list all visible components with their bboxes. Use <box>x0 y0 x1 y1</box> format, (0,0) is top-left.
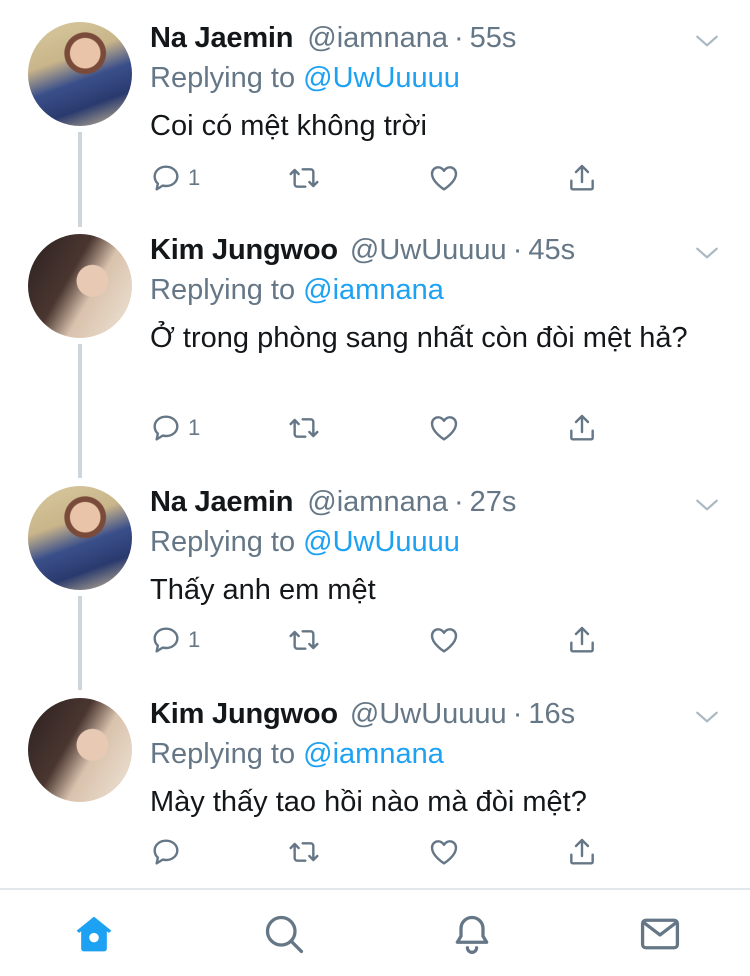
reply-icon <box>153 839 179 865</box>
avatar[interactable] <box>28 486 132 590</box>
chevron-down-icon[interactable] <box>694 704 720 730</box>
tab-search[interactable] <box>262 912 306 956</box>
heart-icon <box>430 416 458 441</box>
tab-bar <box>0 888 750 976</box>
tweet[interactable]: Na Jaemin @iamnana · 27s Replying to @Uw… <box>0 486 750 666</box>
timestamp[interactable]: 27s <box>470 486 517 519</box>
tweet-text: Coi có mệt không trời <box>150 110 427 142</box>
chevron-down-icon[interactable] <box>694 240 720 266</box>
like-button[interactable] <box>428 408 460 448</box>
retweet-button[interactable] <box>288 158 320 198</box>
reply-count: 1 <box>188 165 201 190</box>
reply-icon <box>153 627 179 653</box>
tweet[interactable]: Kim Jungwoo @UwUuuuu · 45s Replying to @… <box>0 234 750 454</box>
timestamp[interactable]: 45s <box>528 234 575 267</box>
tweet-text: Mày thấy tao hồi nào mà đòi mệt? <box>150 786 587 818</box>
share-icon <box>570 414 594 441</box>
heart-icon <box>430 628 458 653</box>
tab-notifications[interactable] <box>450 912 494 956</box>
user-handle[interactable]: @iamnana <box>307 22 448 55</box>
replying-to: Replying to @iamnana <box>150 738 444 771</box>
user-handle[interactable]: @iamnana <box>307 486 448 519</box>
replying-prefix: Replying to <box>150 738 296 770</box>
tab-home[interactable] <box>72 912 116 956</box>
bell-icon <box>455 915 489 954</box>
tweet-text: Thấy anh em mệt <box>150 574 376 606</box>
like-button[interactable] <box>428 620 460 660</box>
mention-link[interactable]: @iamnana <box>303 274 444 306</box>
user-name[interactable]: Na Jaemin <box>150 486 293 519</box>
timestamp[interactable]: 16s <box>528 698 575 731</box>
tweet[interactable]: Kim Jungwoo @UwUuuuu · 16s Replying to @… <box>0 698 750 878</box>
retweet-icon <box>289 842 319 862</box>
separator: · <box>453 486 464 518</box>
tweet-actions: 1 <box>150 620 620 660</box>
replying-to: Replying to @iamnana <box>150 274 444 307</box>
timestamp[interactable]: 55s <box>470 22 517 55</box>
user-handle[interactable]: @UwUuuuu <box>350 698 507 731</box>
reply-button[interactable]: 1 <box>150 158 200 198</box>
reply-count: 1 <box>188 627 201 652</box>
reply-icon <box>153 165 179 191</box>
tweet-actions: 1 <box>150 408 620 448</box>
chevron-down-icon[interactable] <box>694 492 720 518</box>
retweet-icon <box>289 418 319 438</box>
mail-icon <box>640 918 680 950</box>
mention-link[interactable]: @iamnana <box>303 738 444 770</box>
mention-link[interactable]: @UwUuuuu <box>303 526 460 558</box>
tweet-actions <box>150 832 620 872</box>
reply-button[interactable]: 1 <box>150 620 200 660</box>
mention-link[interactable]: @UwUuuuu <box>303 62 460 94</box>
like-button[interactable] <box>428 832 460 872</box>
chevron-down-icon[interactable] <box>694 28 720 54</box>
avatar[interactable] <box>28 234 132 338</box>
share-button[interactable] <box>566 620 598 660</box>
separator: · <box>512 698 523 730</box>
share-button[interactable] <box>566 158 598 198</box>
retweet-button[interactable] <box>288 408 320 448</box>
reply-icon <box>153 415 179 441</box>
replying-prefix: Replying to <box>150 62 296 94</box>
replying-prefix: Replying to <box>150 526 296 558</box>
reply-button[interactable]: 1 <box>150 408 200 448</box>
retweet-button[interactable] <box>288 620 320 660</box>
tab-messages[interactable] <box>638 912 682 956</box>
avatar[interactable] <box>28 22 132 126</box>
search-icon <box>265 915 304 954</box>
share-icon <box>570 164 594 191</box>
share-button[interactable] <box>566 832 598 872</box>
user-name[interactable]: Kim Jungwoo <box>150 698 338 731</box>
reply-button[interactable] <box>150 832 188 872</box>
share-button[interactable] <box>566 408 598 448</box>
retweet-button[interactable] <box>288 832 320 872</box>
replying-to: Replying to @UwUuuuu <box>150 526 460 559</box>
avatar[interactable] <box>28 698 132 802</box>
like-button[interactable] <box>428 158 460 198</box>
tweet-actions: 1 <box>150 158 620 198</box>
replying-to: Replying to @UwUuuuu <box>150 62 460 95</box>
retweet-icon <box>289 168 319 188</box>
replying-prefix: Replying to <box>150 274 296 306</box>
retweet-icon <box>289 630 319 650</box>
user-name[interactable]: Kim Jungwoo <box>150 234 338 267</box>
separator: · <box>453 22 464 54</box>
heart-icon <box>430 166 458 191</box>
tweet-text: Ở trong phòng sang nhất còn đòi mệt hả? <box>150 322 688 354</box>
share-icon <box>570 838 594 865</box>
user-handle[interactable]: @UwUuuuu <box>350 234 507 267</box>
tweet[interactable]: Na Jaemin @iamnana · 55s Replying to @Uw… <box>0 22 750 202</box>
home-icon <box>76 916 112 952</box>
user-name[interactable]: Na Jaemin <box>150 22 293 55</box>
separator: · <box>512 234 523 266</box>
heart-icon <box>430 840 458 865</box>
reply-count: 1 <box>188 415 201 440</box>
share-icon <box>570 626 594 653</box>
